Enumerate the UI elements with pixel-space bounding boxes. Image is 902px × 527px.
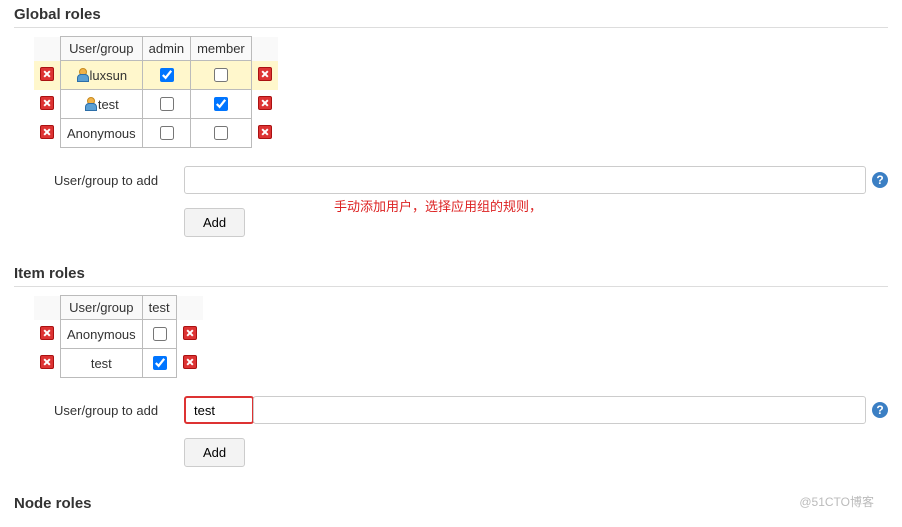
row-name: test <box>91 356 112 371</box>
usergroup-add-label: User/group to add <box>54 403 184 418</box>
delete-icon[interactable] <box>40 125 54 139</box>
node-roles-heading: Node roles <box>14 495 888 516</box>
checkbox-admin[interactable] <box>160 68 174 82</box>
watermark: @51CTO博客 <box>799 493 874 510</box>
usergroup-add-input[interactable] <box>184 166 866 194</box>
delete-icon[interactable] <box>258 125 272 139</box>
usergroup-add-input[interactable] <box>184 396 254 424</box>
delete-icon[interactable] <box>183 355 197 369</box>
checkbox-admin[interactable] <box>160 97 174 111</box>
checkbox-admin[interactable] <box>160 126 174 140</box>
col-usergroup: User/group <box>61 37 143 61</box>
delete-icon[interactable] <box>40 326 54 340</box>
usergroup-add-label: User/group to add <box>54 173 184 188</box>
spacer <box>251 37 278 61</box>
spacer <box>34 296 61 320</box>
delete-icon[interactable] <box>40 67 54 81</box>
col-usergroup: User/group <box>61 296 143 320</box>
spacer <box>176 296 203 320</box>
delete-icon[interactable] <box>40 96 54 110</box>
table-row: Anonymous <box>34 320 203 349</box>
spacer <box>34 37 61 61</box>
usergroup-add-input-rest[interactable] <box>253 396 866 424</box>
row-name: luxsun <box>90 68 128 83</box>
col-admin: admin <box>142 37 190 61</box>
checkbox-member[interactable] <box>214 68 228 82</box>
col-test: test <box>142 296 176 320</box>
add-button[interactable]: Add <box>184 208 245 237</box>
col-member: member <box>191 37 252 61</box>
table-row: test <box>34 349 203 378</box>
table-row: test <box>34 90 278 119</box>
table-row: Anonymous <box>34 119 278 148</box>
row-name: Anonymous <box>67 126 136 141</box>
user-icon <box>76 68 88 80</box>
help-icon[interactable]: ? <box>872 402 888 418</box>
delete-icon[interactable] <box>258 67 272 81</box>
table-row: luxsun <box>34 61 278 90</box>
checkbox-member[interactable] <box>214 97 228 111</box>
add-button[interactable]: Add <box>184 438 245 467</box>
help-icon[interactable]: ? <box>872 172 888 188</box>
item-roles-table: User/group test Anonymous test <box>34 295 203 378</box>
global-roles-heading: Global roles <box>14 6 888 28</box>
row-name: test <box>98 97 119 112</box>
delete-icon[interactable] <box>183 326 197 340</box>
delete-icon[interactable] <box>40 355 54 369</box>
checkbox-member[interactable] <box>214 126 228 140</box>
checkbox-test[interactable] <box>153 327 167 341</box>
row-name: Anonymous <box>67 327 136 342</box>
global-roles-table: User/group admin member luxsun test Anon… <box>34 36 278 148</box>
user-icon <box>84 97 96 109</box>
delete-icon[interactable] <box>258 96 272 110</box>
checkbox-test[interactable] <box>153 356 167 370</box>
item-roles-heading: Item roles <box>14 265 888 287</box>
annotation-text: 手动添加用户，选择应用组的规则， <box>334 196 542 215</box>
